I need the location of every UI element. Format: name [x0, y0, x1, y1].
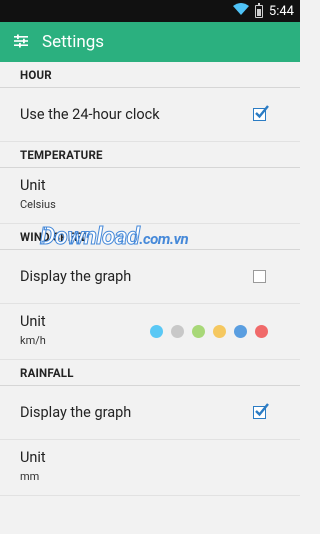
clock-24h-row[interactable]: Use the 24-hour clock: [0, 88, 300, 142]
watermark-dot: [171, 325, 184, 338]
rain-graph-row[interactable]: Display the graph: [0, 386, 300, 440]
wind-unit-row[interactable]: Unit km/h: [0, 304, 300, 360]
page-title: Settings: [42, 32, 105, 52]
status-time: 5:44: [268, 3, 294, 19]
temperature-unit-row[interactable]: Unit Celsius: [0, 168, 300, 224]
rain-unit-value: mm: [20, 470, 40, 483]
section-header-hour: HOUR: [0, 62, 300, 88]
watermark-dot: [234, 325, 247, 338]
status-bar: 5:44: [0, 0, 300, 22]
wifi-icon: [232, 3, 249, 19]
wind-graph-row[interactable]: Display the graph: [0, 250, 300, 304]
clock-24h-checkbox[interactable]: [253, 104, 269, 121]
temperature-unit-label: Unit: [20, 177, 46, 194]
wind-graph-checkbox[interactable]: [253, 269, 266, 283]
section-header-rainfall: RAINFALL: [0, 360, 300, 386]
rain-unit-label: Unit: [20, 449, 46, 466]
temperature-unit-value: Celsius: [20, 198, 56, 211]
watermark-dot: [213, 325, 226, 338]
rain-unit-row[interactable]: Unit mm: [0, 440, 300, 496]
watermark-logo: Download.com.vn: [39, 222, 189, 251]
battery-icon: [254, 2, 263, 18]
watermark-dot: [192, 325, 205, 338]
rain-graph-label: Display the graph: [20, 404, 132, 421]
app-bar: Settings: [0, 22, 300, 62]
clock-24h-label: Use the 24-hour clock: [20, 106, 160, 123]
wind-graph-label: Display the graph: [20, 268, 132, 285]
settings-list: HOUR Use the 24-hour clock TEMPERATURE U…: [0, 62, 300, 534]
rain-graph-checkbox[interactable]: [253, 402, 269, 419]
watermark-suffix: .com.vn: [139, 230, 189, 248]
watermark-dot: [255, 325, 268, 338]
section-header-temperature: TEMPERATURE: [0, 142, 300, 168]
watermark-dot: [150, 325, 163, 338]
watermark-dots: [150, 325, 268, 338]
sliders-icon[interactable]: [14, 33, 28, 52]
watermark-text: Download: [39, 222, 140, 251]
